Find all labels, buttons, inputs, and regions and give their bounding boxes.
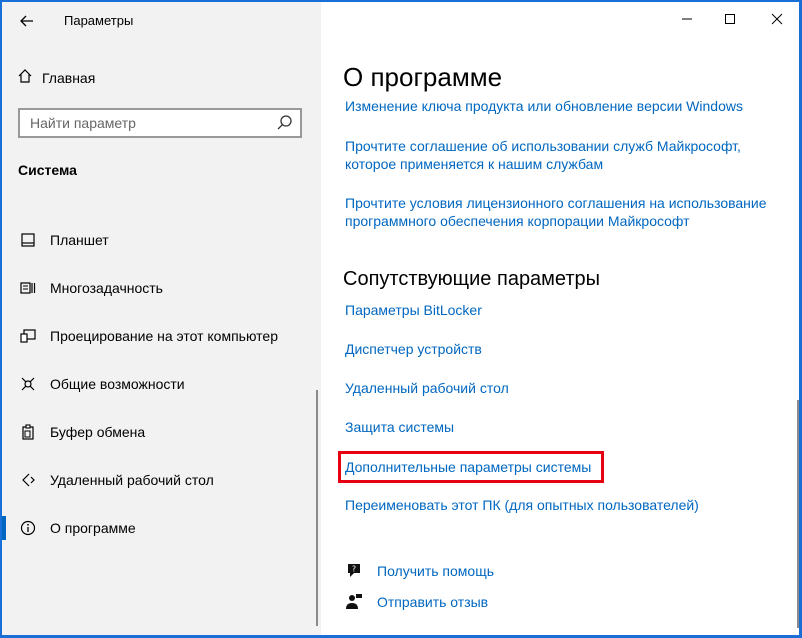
change-product-key-link[interactable]: Изменение ключа продукта или обновление … (345, 97, 743, 115)
sidebar-item-remote-desktop[interactable]: Удаленный рабочий стол (2, 458, 321, 502)
send-feedback-link[interactable]: Отправить отзыв (345, 593, 488, 611)
link-text: которое применяется к нашим службам (345, 156, 604, 172)
content-scrollbar[interactable] (797, 400, 799, 628)
link-text: Прочтите условия лицензионного соглашени… (345, 195, 767, 211)
remote-desktop-link[interactable]: Удаленный рабочий стол (345, 379, 509, 397)
sidebar-scrollbar[interactable] (316, 390, 318, 626)
related-settings-title: Сопутствующие параметры (343, 268, 601, 290)
remote-desktop-icon (18, 472, 38, 488)
help-chat-icon: ? (345, 562, 363, 580)
app-title: Параметры (64, 13, 134, 28)
system-protection-link[interactable]: Защита системы (345, 418, 454, 436)
svg-text:?: ? (352, 565, 356, 574)
sidebar-item-projecting[interactable]: Проецирование на этот компьютер (2, 314, 321, 358)
sidebar: Главная Система Планшет Многозадачность (2, 2, 321, 635)
rename-pc-link[interactable]: Переименовать этот ПК (для опытных польз… (345, 496, 699, 514)
settings-window: Главная Система Планшет Многозадачность (2, 2, 799, 635)
projecting-icon (18, 328, 38, 344)
feedback-icon (345, 593, 363, 611)
sidebar-item-multitasking[interactable]: Многозадачность (2, 266, 321, 310)
link-text: Изменение ключа продукта или обновление … (345, 98, 743, 114)
sidebar-home-label: Главная (42, 70, 96, 86)
link-text: Прочтите соглашение об использовании слу… (345, 138, 741, 154)
device-manager-link[interactable]: Диспетчер устройств (345, 340, 482, 358)
bitlocker-settings-link[interactable]: Параметры BitLocker (345, 301, 482, 319)
clipboard-icon (18, 424, 38, 440)
get-help-label: Получить помощь (377, 563, 495, 579)
sidebar-item-about[interactable]: О программе (2, 506, 321, 550)
search-box (18, 108, 302, 138)
sidebar-item-label: Буфер обмена (50, 424, 146, 440)
sidebar-item-shared-experiences[interactable]: Общие возможности (2, 362, 321, 406)
search-input[interactable] (20, 110, 270, 136)
back-button[interactable] (16, 10, 38, 32)
info-icon (18, 520, 38, 536)
sidebar-item-label: Проецирование на этот компьютер (50, 328, 278, 344)
sidebar-section-title: Система (18, 162, 77, 178)
shared-experiences-icon (18, 376, 38, 392)
send-feedback-label: Отправить отзыв (377, 594, 489, 610)
highlight-box (338, 451, 604, 483)
home-icon (16, 68, 34, 89)
search-icon[interactable] (276, 113, 294, 133)
back-arrow-icon (20, 15, 33, 27)
sidebar-home[interactable]: Главная (16, 66, 95, 90)
license-terms-link[interactable]: Прочтите условия лицензионного соглашени… (345, 194, 767, 230)
sidebar-item-label: Планшет (50, 232, 109, 248)
tablet-icon (18, 232, 38, 248)
multitasking-icon (18, 280, 38, 296)
sidebar-item-label: Удаленный рабочий стол (50, 472, 214, 488)
page-title: О программе (343, 62, 503, 92)
sidebar-item-clipboard[interactable]: Буфер обмена (2, 410, 321, 454)
services-agreement-link[interactable]: Прочтите соглашение об использовании слу… (345, 137, 741, 173)
sidebar-item-label: Общие возможности (50, 376, 185, 392)
sidebar-item-label: Многозадачность (50, 280, 163, 296)
get-help-link[interactable]: ? Получить помощь (345, 562, 494, 580)
link-text: программного обеспечения корпорации Майк… (345, 213, 690, 229)
main-content: О программе Изменение ключа продукта или… (321, 2, 799, 635)
sidebar-item-tablet[interactable]: Планшет (2, 218, 321, 262)
sidebar-item-label: О программе (50, 520, 136, 536)
